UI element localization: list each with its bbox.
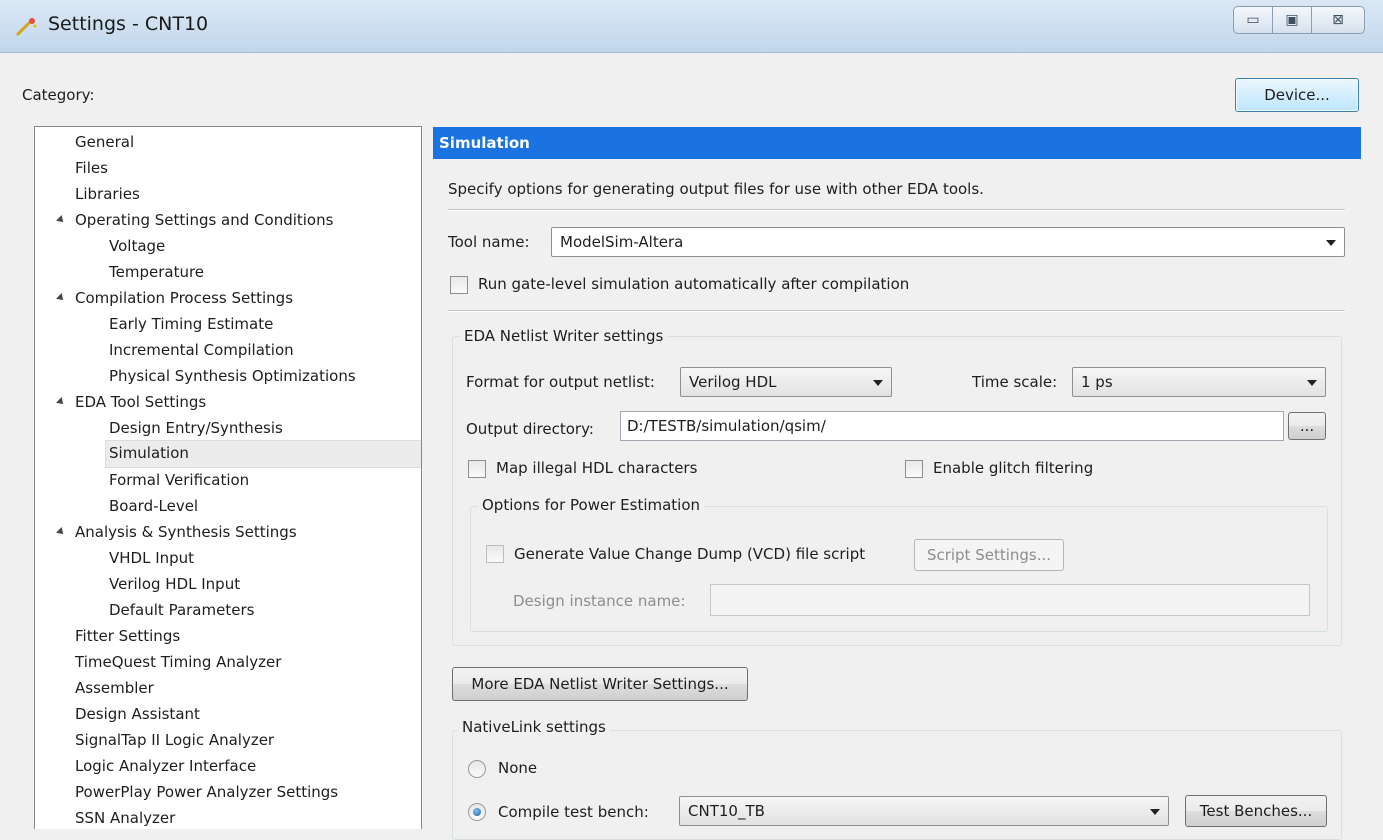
power-estimation-group-title: Options for Power Estimation: [478, 496, 705, 514]
tree-item-incremental-compilation[interactable]: Incremental Compilation: [109, 337, 294, 363]
map-illegal-checkbox[interactable]: [468, 460, 486, 478]
dropdown-arrow-icon: [1326, 240, 1336, 246]
tree-item-vhdl-input[interactable]: VHDL Input: [109, 545, 194, 571]
window-controls: ▭ ▣ ⊠: [1233, 6, 1365, 34]
tree-item-general[interactable]: General: [75, 129, 134, 155]
time-scale-value: 1 ps: [1081, 373, 1113, 391]
device-button[interactable]: Device...: [1235, 78, 1359, 112]
run-gate-level-checkbox[interactable]: [450, 276, 468, 294]
tree-item-powerplay[interactable]: PowerPlay Power Analyzer Settings: [75, 779, 338, 805]
category-tree[interactable]: General Files Libraries Operating Settin…: [34, 126, 422, 829]
tree-item-ssn-analyzer[interactable]: SSN Analyzer: [75, 805, 175, 829]
maximize-icon: ▣: [1285, 12, 1299, 28]
time-scale-select[interactable]: 1 ps: [1072, 367, 1326, 397]
expand-arrow-icon[interactable]: [56, 527, 66, 537]
run-gate-level-label: Run gate-level simulation automatically …: [478, 275, 910, 293]
tree-item-timequest[interactable]: TimeQuest Timing Analyzer: [75, 649, 281, 675]
tool-name-select[interactable]: ModelSim-Altera: [551, 227, 1345, 257]
tree-item-operating-settings[interactable]: Operating Settings and Conditions: [75, 207, 333, 233]
separator: [448, 209, 1345, 211]
map-illegal-label: Map illegal HDL characters: [496, 459, 698, 477]
format-value: Verilog HDL: [689, 373, 777, 391]
tree-item-voltage[interactable]: Voltage: [109, 233, 165, 259]
time-scale-label: Time scale:: [972, 373, 1058, 391]
test-benches-button[interactable]: Test Benches...: [1185, 795, 1327, 827]
none-radio[interactable]: [468, 760, 486, 778]
tree-item-formal-verification[interactable]: Formal Verification: [109, 467, 249, 493]
enable-glitch-checkbox[interactable]: [905, 460, 923, 478]
script-settings-button[interactable]: Script Settings...: [914, 539, 1064, 571]
tree-item-early-timing[interactable]: Early Timing Estimate: [109, 311, 273, 337]
expand-arrow-icon[interactable]: [56, 397, 66, 407]
tree-item-logic-analyzer-interface[interactable]: Logic Analyzer Interface: [75, 753, 256, 779]
generate-vcd-checkbox[interactable]: [486, 545, 504, 563]
nativelink-group-title: NativeLink settings: [458, 718, 610, 736]
tool-name-label: Tool name:: [448, 233, 530, 251]
tree-item-board-level[interactable]: Board-Level: [109, 493, 198, 519]
tree-item-compilation-process[interactable]: Compilation Process Settings: [75, 285, 293, 311]
settings-wand-icon: [15, 18, 37, 37]
window-title: Settings - CNT10: [48, 13, 209, 35]
compile-test-bench-value: CNT10_TB: [688, 802, 765, 820]
tree-item-physical-synthesis[interactable]: Physical Synthesis Optimizations: [109, 363, 356, 389]
output-directory-input[interactable]: D:/TESTB/simulation/qsim/: [620, 411, 1284, 441]
format-label: Format for output netlist:: [466, 373, 655, 391]
none-label: None: [498, 759, 538, 777]
panel-header: Simulation: [433, 127, 1361, 159]
category-label: Category:: [22, 86, 95, 104]
tree-item-verilog-input[interactable]: Verilog HDL Input: [109, 571, 240, 597]
format-select[interactable]: Verilog HDL: [680, 367, 892, 397]
dropdown-arrow-icon: [873, 380, 883, 386]
tree-item-design-assistant[interactable]: Design Assistant: [75, 701, 200, 727]
browse-button[interactable]: ...: [1288, 412, 1326, 440]
tree-item-simulation[interactable]: Simulation: [105, 440, 421, 468]
tree-item-assembler[interactable]: Assembler: [75, 675, 154, 701]
tree-item-fitter-settings[interactable]: Fitter Settings: [75, 623, 180, 649]
enable-glitch-label: Enable glitch filtering: [933, 459, 1094, 477]
dropdown-arrow-icon: [1150, 809, 1160, 815]
eda-netlist-group-title: EDA Netlist Writer settings: [460, 327, 668, 345]
tree-item-eda-tool-settings[interactable]: EDA Tool Settings: [75, 389, 206, 415]
tree-item-libraries[interactable]: Libraries: [75, 181, 140, 207]
tree-item-temperature[interactable]: Temperature: [109, 259, 204, 285]
panel-description: Specify options for generating output fi…: [448, 180, 984, 198]
design-instance-label: Design instance name:: [513, 592, 686, 610]
generate-vcd-label: Generate Value Change Dump (VCD) file sc…: [514, 545, 866, 563]
separator: [448, 310, 1345, 312]
compile-test-bench-select[interactable]: CNT10_TB: [679, 796, 1169, 826]
tree-item-files[interactable]: Files: [75, 155, 108, 181]
expand-arrow-icon[interactable]: [56, 293, 66, 303]
minimize-icon: ▭: [1246, 12, 1260, 28]
tree-item-signaltap[interactable]: SignalTap II Logic Analyzer: [75, 727, 274, 753]
tree-item-analysis-synthesis[interactable]: Analysis & Synthesis Settings: [75, 519, 297, 545]
tree-item-design-entry[interactable]: Design Entry/Synthesis: [109, 415, 283, 441]
title-bar: Settings - CNT10 ▭ ▣ ⊠: [0, 0, 1383, 53]
design-instance-input[interactable]: [710, 584, 1310, 616]
dropdown-arrow-icon: [1307, 380, 1317, 386]
close-button[interactable]: ⊠: [1311, 6, 1365, 34]
expand-arrow-icon[interactable]: [56, 215, 66, 225]
minimize-button[interactable]: ▭: [1233, 6, 1273, 34]
tool-name-value: ModelSim-Altera: [560, 233, 684, 251]
more-eda-settings-button[interactable]: More EDA Netlist Writer Settings...: [452, 667, 748, 701]
output-directory-label: Output directory:: [466, 420, 594, 438]
compile-test-bench-label: Compile test bench:: [498, 803, 649, 821]
compile-test-bench-radio[interactable]: [468, 803, 486, 821]
close-icon: ⊠: [1332, 12, 1344, 28]
tree-item-default-parameters[interactable]: Default Parameters: [109, 597, 254, 623]
maximize-button[interactable]: ▣: [1272, 6, 1312, 34]
